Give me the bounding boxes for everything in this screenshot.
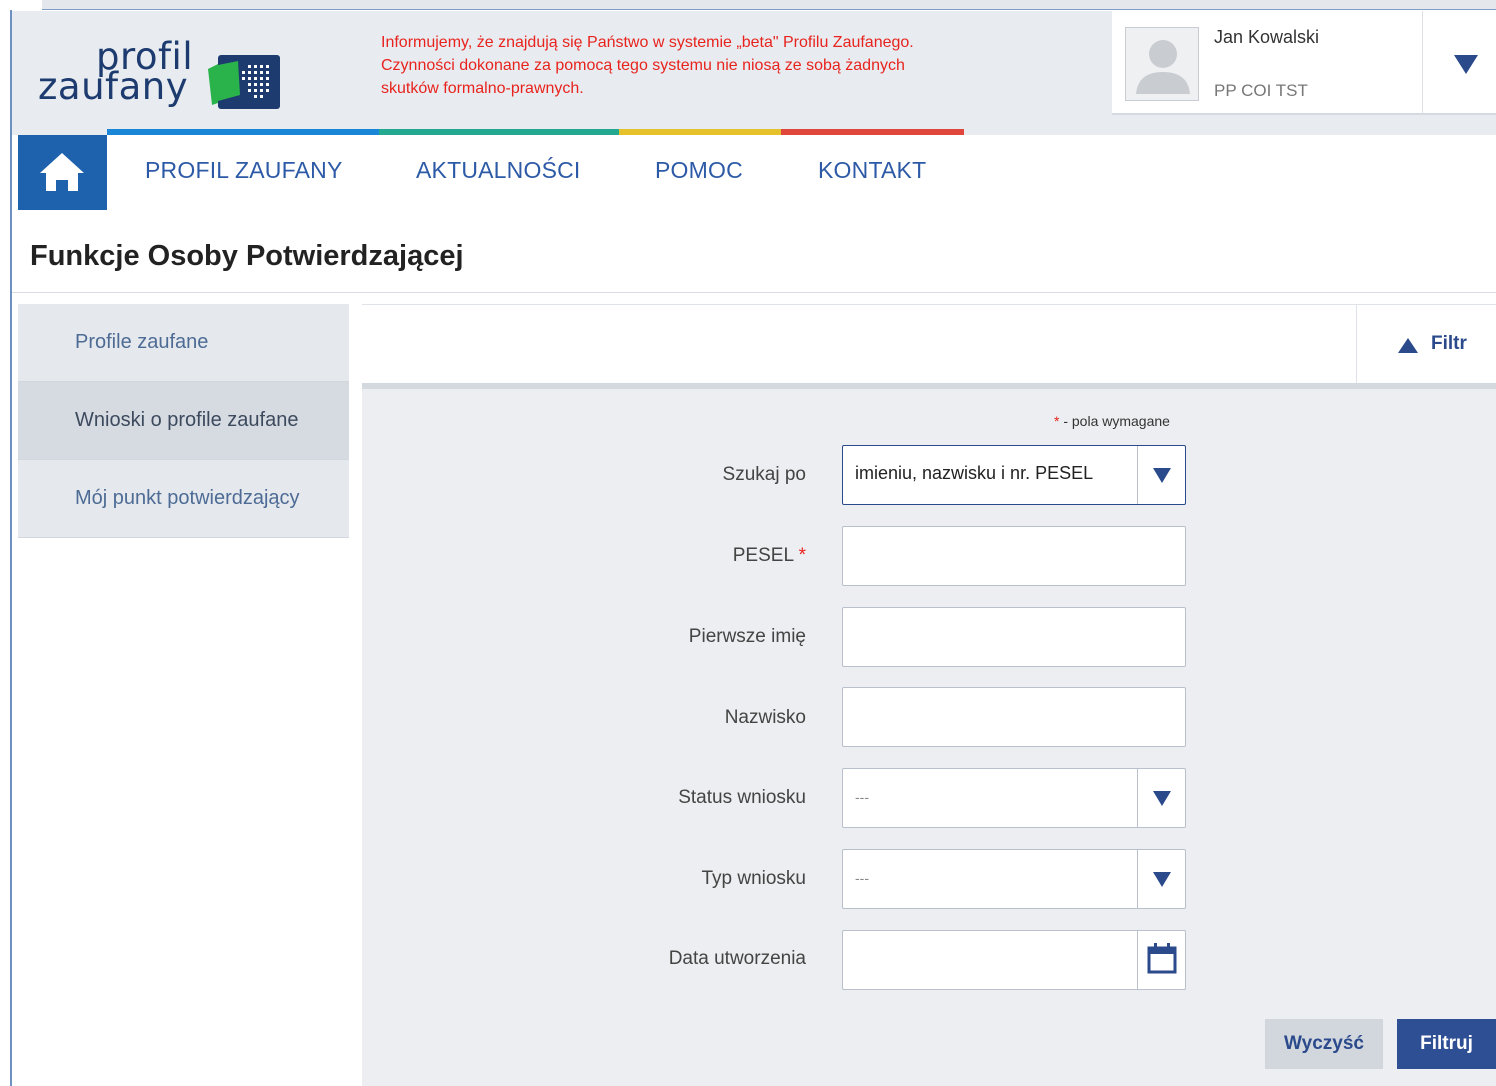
user-silhouette-icon (1136, 40, 1190, 94)
status-label: Status wniosku (678, 787, 806, 808)
divider (12, 292, 1496, 293)
calendar-icon (1147, 943, 1177, 974)
sidebar-item-wnioski[interactable]: Wnioski o profile zaufane (18, 382, 349, 460)
status-select[interactable]: --- (842, 768, 1186, 828)
required-star: * (798, 545, 806, 566)
sidebar: Profile zaufane Wnioski o profile zaufan… (18, 304, 349, 538)
filter-panel-header: Filtr (362, 304, 1496, 384)
chevron-down-icon (1454, 55, 1478, 74)
type-label: Typ wniosku (701, 868, 806, 889)
date-picker-button[interactable] (1137, 931, 1185, 989)
status-value: --- (855, 789, 869, 805)
created-date-input[interactable] (842, 930, 1186, 990)
logo-mark-icon (208, 55, 280, 109)
required-fields-note: * - pola wymagane (1054, 413, 1170, 429)
status-dropdown-button[interactable] (1137, 769, 1185, 827)
filter-form: * - pola wymagane Szukaj po imieniu, naz… (362, 389, 1496, 1086)
pesel-label-text: PESEL (732, 545, 794, 566)
filter-toggle-button[interactable]: Filtr (1356, 305, 1496, 384)
beta-notice-line: Czynności dokonane za pomocą tego system… (381, 57, 905, 74)
required-note-text: - pola wymagane (1059, 413, 1170, 429)
beta-notice-line: Informujemy, że znajdują się Państwo w s… (381, 34, 914, 51)
main-nav: PROFIL ZAUFANY AKTUALNOŚCI POMOC KONTAKT (12, 135, 1496, 210)
profil-zaufany-logo[interactable]: profil zaufany (38, 27, 298, 117)
chevron-down-icon (1153, 468, 1171, 483)
nav-item-profil-zaufany[interactable]: PROFIL ZAUFANY (145, 157, 342, 184)
last-name-label: Nazwisko (724, 707, 806, 728)
type-dropdown-button[interactable] (1137, 850, 1185, 908)
search-by-select[interactable]: imieniu, nazwisku i nr. PESEL (842, 445, 1186, 505)
sidebar-item-profile-zaufane[interactable]: Profile zaufane (18, 304, 349, 382)
pesel-input[interactable] (842, 526, 1186, 586)
user-menu-button[interactable] (1422, 11, 1496, 115)
last-name-input[interactable] (842, 687, 1186, 747)
chevron-down-icon (1153, 791, 1171, 806)
user-role: PP COI TST (1214, 81, 1308, 100)
search-by-value: imieniu, nazwisku i nr. PESEL (855, 463, 1094, 483)
sidebar-item-moj-punkt[interactable]: Mój punkt potwierdzający (18, 460, 349, 538)
chevron-up-icon (1398, 338, 1418, 353)
first-name-label: Pierwsze imię (688, 626, 806, 647)
window-top-border (42, 0, 1496, 10)
clear-button[interactable]: Wyczyść (1265, 1019, 1383, 1069)
logo-text-line2: zaufany (38, 65, 189, 108)
site-header: profil zaufany Informujemy, że znajdują … (12, 11, 1496, 135)
page-title: Funkcje Osoby Potwierdzającej (30, 240, 464, 272)
type-value: --- (855, 870, 869, 886)
type-select[interactable]: --- (842, 849, 1186, 909)
search-by-dropdown-button[interactable] (1137, 446, 1185, 504)
search-by-label: Szukaj po (722, 464, 806, 485)
filter-toggle-label: Filtr (1431, 333, 1467, 354)
nav-item-kontakt[interactable]: KONTAKT (818, 157, 926, 184)
nav-item-pomoc[interactable]: POMOC (655, 157, 743, 184)
user-name: Jan Kowalski (1214, 27, 1320, 47)
pesel-label: PESEL * (733, 545, 806, 567)
created-date-label: Data utworzenia (668, 948, 806, 969)
beta-notice: Informujemy, że znajdują się Państwo w s… (381, 31, 1021, 100)
avatar (1125, 27, 1199, 101)
chevron-down-icon (1153, 872, 1171, 887)
first-name-input[interactable] (842, 607, 1186, 667)
home-button[interactable] (18, 135, 107, 210)
nav-item-aktualnosci[interactable]: AKTUALNOŚCI (416, 157, 581, 184)
filter-button[interactable]: Filtruj (1397, 1019, 1496, 1069)
beta-notice-line: skutków formalno-prawnych. (381, 80, 584, 97)
home-icon (40, 153, 84, 191)
user-info[interactable]: Jan Kowalski PP COI TST (1112, 11, 1422, 115)
